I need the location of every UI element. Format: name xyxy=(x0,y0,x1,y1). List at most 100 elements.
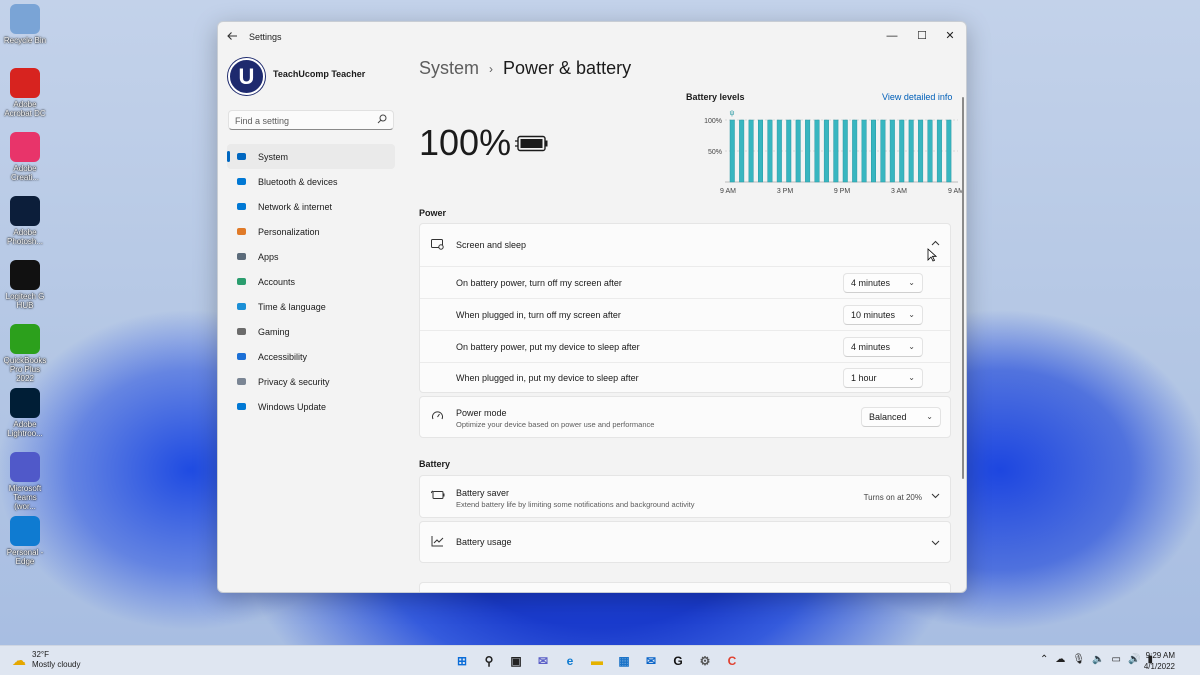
microsoft-store-icon[interactable]: ▦ xyxy=(613,650,635,672)
desktop-icon-label: Personal - Edge xyxy=(6,548,44,566)
desktop-icon[interactable]: Recycle Bin xyxy=(2,4,48,66)
taskbar-apps: ⊞ ⚲ ▣ ✉ e ▬ ▦ ✉ G ⚙ C xyxy=(451,650,748,672)
screen-sleep-row: On battery power, turn off my screen aft… xyxy=(420,267,950,298)
speaker-icon[interactable]: 🔈 xyxy=(1092,654,1104,665)
battery-usage-card[interactable]: Battery usage xyxy=(419,521,951,563)
view-detailed-info-link[interactable]: View detailed info xyxy=(882,92,952,102)
display-icon[interactable]: ▭ xyxy=(1112,654,1121,665)
sidebar-nav: System Bluetooth & devices Network & inter… xyxy=(227,144,395,419)
sidebar-item-network-internet[interactable]: Network & internet xyxy=(227,194,395,219)
breadcrumb-system[interactable]: System xyxy=(419,58,479,79)
sidebar-item-system[interactable]: System xyxy=(227,144,395,169)
sidebar-item-label: Network & internet xyxy=(258,201,333,212)
battery-percentage: 100% xyxy=(419,122,512,163)
sidebar-item-accounts[interactable]: Accounts xyxy=(227,269,395,294)
search-input[interactable]: Find a setting xyxy=(228,110,394,130)
desktop-icon[interactable]: Adobe Creati... xyxy=(2,132,48,194)
search-icon xyxy=(377,114,387,127)
power-mode-dropdown[interactable]: Balanced ⌄ xyxy=(861,407,941,427)
screen-sleep-header[interactable]: Screen and sleep xyxy=(420,224,950,266)
onedrive-icon[interactable]: ☁ xyxy=(1055,654,1065,665)
settings-icon[interactable]: ⚙ xyxy=(694,650,716,672)
battery-charging-icon xyxy=(515,135,548,152)
back-arrow-icon xyxy=(227,32,237,40)
sidebar-item-time-language[interactable]: Time & language xyxy=(227,294,395,319)
adobe-acrobat-icon xyxy=(10,68,40,98)
sidebar-item-accessibility[interactable]: Accessibility xyxy=(227,344,395,369)
desktop-icon-label: QuickBooks Pro Plus 2022 xyxy=(3,356,47,383)
desktop-icon-label: Logitech G HUB xyxy=(5,292,45,310)
desktop-icon[interactable]: Microsoft Teams (wor... xyxy=(2,452,48,514)
y-tick-label: 100% xyxy=(704,118,722,125)
file-explorer-icon[interactable]: ▬ xyxy=(586,650,608,672)
timeout-dropdown[interactable]: 1 hour ⌄ xyxy=(843,368,923,388)
next-card xyxy=(419,582,951,592)
y-tick-label: 50% xyxy=(708,149,722,156)
minimize-button[interactable]: — xyxy=(878,26,906,46)
desktop-icon[interactable]: Adobe Acrobat DC xyxy=(2,68,48,130)
bluetooth-icon xyxy=(235,176,247,188)
desktop-icon-label: Recycle Bin xyxy=(3,36,47,45)
edge-icon[interactable]: e xyxy=(559,650,581,672)
desktop-icon-label: Adobe Photosh... xyxy=(6,228,44,246)
sidebar-item-label: Time & language xyxy=(258,301,326,312)
sidebar-item-label: Gaming xyxy=(258,326,290,337)
back-button[interactable] xyxy=(226,30,242,46)
maximize-button[interactable]: ☐ xyxy=(908,26,936,46)
close-button[interactable]: ✕ xyxy=(936,26,964,46)
power-mode-label: Power mode xyxy=(456,408,507,418)
scrollbar[interactable] xyxy=(962,97,964,479)
apps-icon xyxy=(235,251,247,263)
sidebar-item-personalization[interactable]: Personalization xyxy=(227,219,395,244)
timeout-dropdown[interactable]: 4 minutes ⌄ xyxy=(843,273,923,293)
desktop-icon-label: Adobe Acrobat DC xyxy=(4,100,46,118)
battery-saver-description: Extend battery life by limiting some not… xyxy=(456,500,695,509)
desktop-icon[interactable]: Logitech G HUB xyxy=(2,260,48,322)
windows-start-icon[interactable]: ⊞ xyxy=(451,650,473,672)
mail-icon[interactable]: ✉ xyxy=(640,650,662,672)
weather-widget[interactable]: ☁ 32°F Mostly cloudy xyxy=(12,650,80,670)
sidebar-item-bluetooth-devices[interactable]: Bluetooth & devices xyxy=(227,169,395,194)
quickbooks-icon xyxy=(10,324,40,354)
desktop-icon[interactable]: Adobe Lightroo... xyxy=(2,388,48,450)
recycle-bin-icon xyxy=(10,4,40,34)
chart-title: Battery levels xyxy=(686,92,745,102)
adobe-lightroom-icon xyxy=(10,388,40,418)
x-tick-label: 9 PM xyxy=(834,188,851,195)
screen-sleep-card: Screen and sleep On battery power, turn … xyxy=(419,223,951,393)
desktop-icon[interactable]: Personal - Edge xyxy=(2,516,48,578)
accessibility-icon xyxy=(235,351,247,363)
sidebar-item-apps[interactable]: Apps xyxy=(227,244,395,269)
windows-update-icon xyxy=(235,401,247,413)
sidebar-item-windows-update[interactable]: Windows Update xyxy=(227,394,395,419)
timeout-value: 4 minutes xyxy=(851,278,891,288)
camtasia-icon[interactable]: C xyxy=(721,650,743,672)
battery-saver-card[interactable]: Battery saver Extend battery life by lim… xyxy=(419,475,951,518)
timeout-dropdown[interactable]: 10 minutes ⌄ xyxy=(843,305,923,325)
clock[interactable]: 9:29 AM 4/1/2022 xyxy=(1144,650,1175,672)
system-icon xyxy=(235,151,247,163)
battery-levels-chart[interactable]: 100% 50% ψ 9 AM 3 PM 9 PM 3 AM 9 AM xyxy=(683,106,963,198)
sidebar-item-label: Apps xyxy=(258,251,279,262)
task-view-icon[interactable]: ▣ xyxy=(505,650,527,672)
chat-icon[interactable]: ✉ xyxy=(532,650,554,672)
chevron-up-icon[interactable]: ⌃ xyxy=(1040,654,1048,665)
battery-level-bar xyxy=(899,119,905,183)
volume-icon[interactable]: 🔊 xyxy=(1128,654,1140,665)
sidebar-item-privacy-security[interactable]: Privacy & security xyxy=(227,369,395,394)
battery-saver-label: Battery saver xyxy=(456,488,510,498)
battery-usage-label: Battery usage xyxy=(456,537,512,547)
title-bar[interactable]: Settings — ☐ ✕ xyxy=(218,22,966,52)
desktop-icon[interactable]: Adobe Photosh... xyxy=(2,196,48,258)
search-icon[interactable]: ⚲ xyxy=(478,650,500,672)
sidebar-item-gaming[interactable]: Gaming xyxy=(227,319,395,344)
system-tray: ⌃ ☁ 🎙 🔈 ▭ 🔊 ▮ xyxy=(1040,654,1153,665)
logitech-g-hub-icon[interactable]: G xyxy=(667,650,689,672)
microphone-icon[interactable]: 🎙 xyxy=(1072,654,1085,665)
timeout-dropdown[interactable]: 4 minutes ⌄ xyxy=(843,337,923,357)
user-profile[interactable]: U TeachUcomp Teacher xyxy=(228,58,365,95)
desktop-icon[interactable]: QuickBooks Pro Plus 2022 xyxy=(2,324,48,386)
page-title: Power & battery xyxy=(503,58,632,78)
battery-level-bar xyxy=(908,119,914,183)
setting-label: When plugged in, turn off my screen afte… xyxy=(456,310,621,320)
